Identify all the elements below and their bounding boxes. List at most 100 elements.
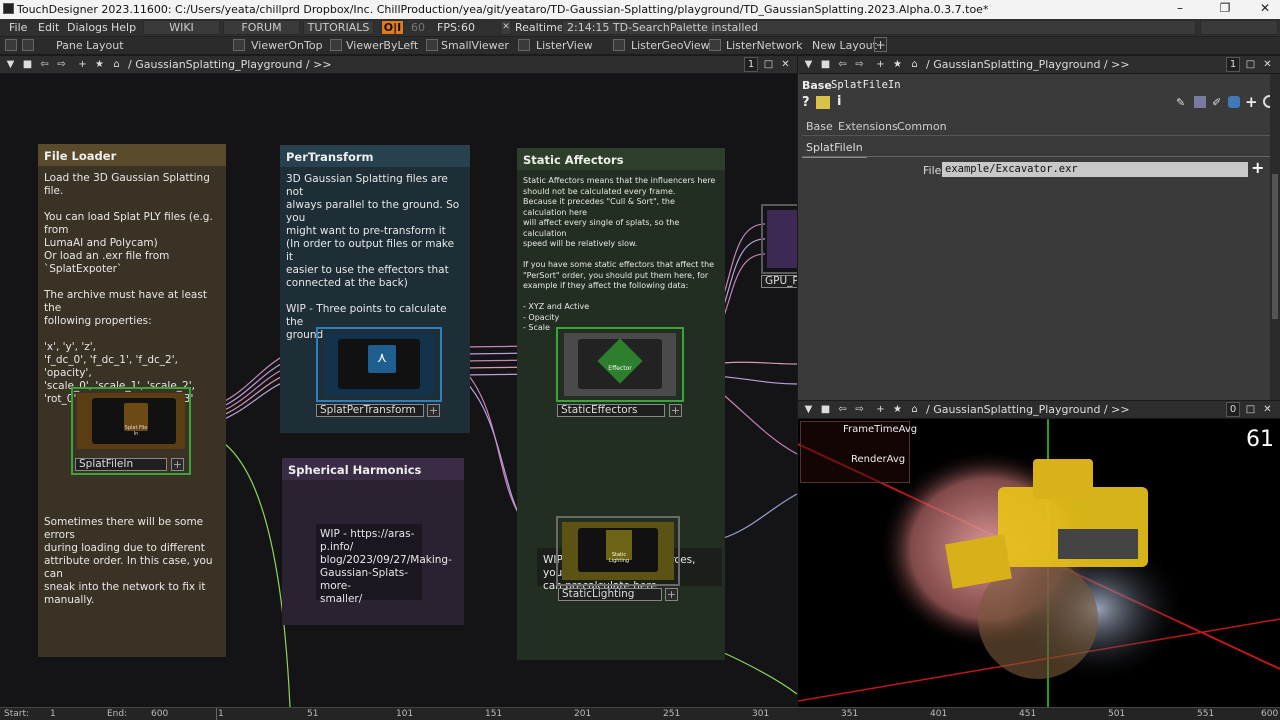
- small-viewer-icon[interactable]: [426, 39, 438, 51]
- layout-lister-network[interactable]: ListerNetwork: [726, 39, 802, 52]
- tab-extensions[interactable]: Extensions: [838, 120, 898, 133]
- back-icon[interactable]: ⇦: [836, 58, 849, 71]
- back-icon[interactable]: ⇦: [38, 58, 51, 71]
- network-path[interactable]: / GaussianSplatting_Playground / >>: [128, 58, 332, 71]
- network-editor[interactable]: File Loader Load the 3D Gaussian Splatti…: [0, 74, 797, 707]
- back-icon[interactable]: ⇦: [836, 403, 849, 416]
- bookmark-icon[interactable]: ★: [93, 58, 106, 71]
- node-label[interactable]: SplatFileIn: [75, 458, 167, 471]
- layout-viewer-by-left[interactable]: ViewerByLeft: [346, 39, 418, 52]
- node-add-button[interactable]: +: [171, 458, 184, 471]
- node-add-button[interactable]: +: [427, 404, 440, 417]
- fps-target[interactable]: 60: [411, 21, 425, 34]
- node-label[interactable]: StaticLighting: [558, 588, 662, 601]
- menu-dialogs[interactable]: Dialogs: [67, 21, 108, 34]
- splat-per-transform-node[interactable]: ⋏ SplatPerTransform +: [316, 327, 442, 417]
- lister-view-icon[interactable]: [518, 39, 530, 51]
- wiki-button[interactable]: WIKI: [143, 20, 220, 35]
- menu-help[interactable]: Help: [111, 21, 136, 34]
- forward-icon[interactable]: ⇨: [55, 58, 68, 71]
- info-icon[interactable]: i: [837, 94, 841, 109]
- minimize-button[interactable]: –: [1165, 1, 1195, 15]
- add-param-icon[interactable]: +: [1245, 93, 1258, 111]
- gpu-perf-node[interactable]: GPU_Pe: [761, 204, 797, 288]
- spherical-harmonics-annotation[interactable]: Spherical Harmonics WIP - https://aras-p…: [282, 458, 464, 625]
- add-icon[interactable]: +: [874, 403, 887, 416]
- oi-toggle[interactable]: O|I: [381, 20, 404, 35]
- node-add-button[interactable]: +: [669, 404, 682, 417]
- viewer-path[interactable]: / GaussianSplatting_Playground / >>: [926, 403, 1130, 416]
- forward-icon[interactable]: ⇨: [853, 403, 866, 416]
- layout-small-viewer[interactable]: SmallViewer: [441, 39, 509, 52]
- search-field[interactable]: [1200, 20, 1278, 35]
- params-path[interactable]: / GaussianSplatting_Playground / >>: [926, 58, 1130, 71]
- node-inner-label: Effector: [608, 365, 632, 372]
- node-label[interactable]: GPU_Pe: [761, 275, 797, 288]
- tab-common[interactable]: Common: [897, 120, 947, 133]
- end-value[interactable]: 600: [151, 709, 168, 719]
- pane-count[interactable]: 1: [744, 57, 758, 72]
- stop-icon[interactable]: ■: [819, 58, 832, 71]
- bookmark-icon[interactable]: ★: [891, 403, 904, 416]
- forum-button[interactable]: FORUM: [223, 20, 300, 35]
- splat-file-in-node[interactable]: Splat File In SplatFileIn +: [71, 387, 191, 475]
- params-scrollbar[interactable]: [1270, 74, 1280, 400]
- tutorials-button[interactable]: TUTORIALS: [303, 20, 374, 35]
- start-value[interactable]: 1: [50, 709, 56, 719]
- maximize-pane-icon[interactable]: □: [762, 58, 775, 71]
- new-layout-button[interactable]: New Layout: [812, 39, 877, 52]
- python-help-icon[interactable]: [816, 96, 830, 109]
- layout-lister-view[interactable]: ListerView: [536, 39, 593, 52]
- forward-icon[interactable]: ⇨: [853, 58, 866, 71]
- home-icon[interactable]: ⌂: [908, 58, 921, 71]
- help-icon[interactable]: ?: [802, 95, 810, 110]
- home-icon[interactable]: ⌂: [908, 403, 921, 416]
- lister-network-icon[interactable]: [709, 39, 721, 51]
- stop-icon[interactable]: ■: [819, 403, 832, 416]
- layout-icon[interactable]: [5, 39, 17, 51]
- bookmark-icon[interactable]: ★: [891, 58, 904, 71]
- static-lighting-node[interactable]: Static Lighting StaticLighting +: [556, 516, 680, 604]
- node-add-button[interactable]: +: [665, 588, 678, 601]
- layout-icon-2[interactable]: [22, 39, 34, 51]
- file-browse-icon[interactable]: +: [1251, 158, 1264, 177]
- viewer-on-top-icon[interactable]: [233, 39, 245, 51]
- close-pane-icon[interactable]: ✕: [1261, 58, 1274, 71]
- node-label[interactable]: SplatPerTransform: [316, 404, 424, 417]
- timeline-ruler[interactable]: 1 51 101 151 201 251 301 351 401 451 501…: [216, 708, 1280, 720]
- python-icon[interactable]: [1228, 96, 1240, 108]
- pane-menu-icon[interactable]: ▼: [4, 58, 17, 71]
- close-pane-icon[interactable]: ✕: [779, 58, 792, 71]
- viewer-by-left-icon[interactable]: [330, 39, 342, 51]
- edit-icon[interactable]: ✎: [1176, 96, 1185, 109]
- pane-count[interactable]: 0: [1226, 402, 1240, 417]
- maximize-pane-icon[interactable]: □: [1244, 403, 1257, 416]
- operator-name[interactable]: SplatFileIn: [831, 79, 901, 91]
- pane-menu-icon[interactable]: ▼: [802, 58, 815, 71]
- maximize-pane-icon[interactable]: □: [1244, 58, 1257, 71]
- clear-icon[interactable]: ✐: [1212, 96, 1221, 109]
- layout-lister-geo-view[interactable]: ListerGeoView: [631, 39, 710, 52]
- add-icon[interactable]: +: [76, 58, 89, 71]
- pane-count[interactable]: 1: [1226, 57, 1240, 72]
- menu-file[interactable]: File: [9, 21, 27, 34]
- menu-edit[interactable]: Edit: [38, 21, 59, 34]
- maximize-button[interactable]: ❐: [1210, 1, 1240, 15]
- pane-menu-icon[interactable]: ▼: [802, 403, 815, 416]
- node-label[interactable]: StaticEffectors: [557, 404, 665, 417]
- static-effectors-node[interactable]: Effector StaticEffectors +: [556, 327, 684, 417]
- realtime-checkbox[interactable]: ✕: [500, 20, 512, 35]
- close-button[interactable]: ✕: [1250, 1, 1280, 15]
- add-icon[interactable]: +: [874, 58, 887, 71]
- render-viewer[interactable]: FrameTimeAvg RenderAvg 61: [798, 419, 1280, 707]
- add-layout-button[interactable]: +: [874, 37, 887, 52]
- timeline-bar[interactable]: Start: 1 End: 600 1 51 101 151 201 251 3…: [0, 707, 1280, 720]
- home-icon[interactable]: ⌂: [110, 58, 123, 71]
- palette-icon[interactable]: [1194, 96, 1206, 108]
- file-param-field[interactable]: example/Excavator.exr: [942, 162, 1248, 177]
- stop-icon[interactable]: ■: [21, 58, 34, 71]
- close-pane-icon[interactable]: ✕: [1261, 403, 1274, 416]
- tab-base[interactable]: Base: [806, 120, 833, 133]
- layout-viewer-on-top[interactable]: ViewerOnTop: [251, 39, 323, 52]
- lister-geo-view-icon[interactable]: [613, 39, 625, 51]
